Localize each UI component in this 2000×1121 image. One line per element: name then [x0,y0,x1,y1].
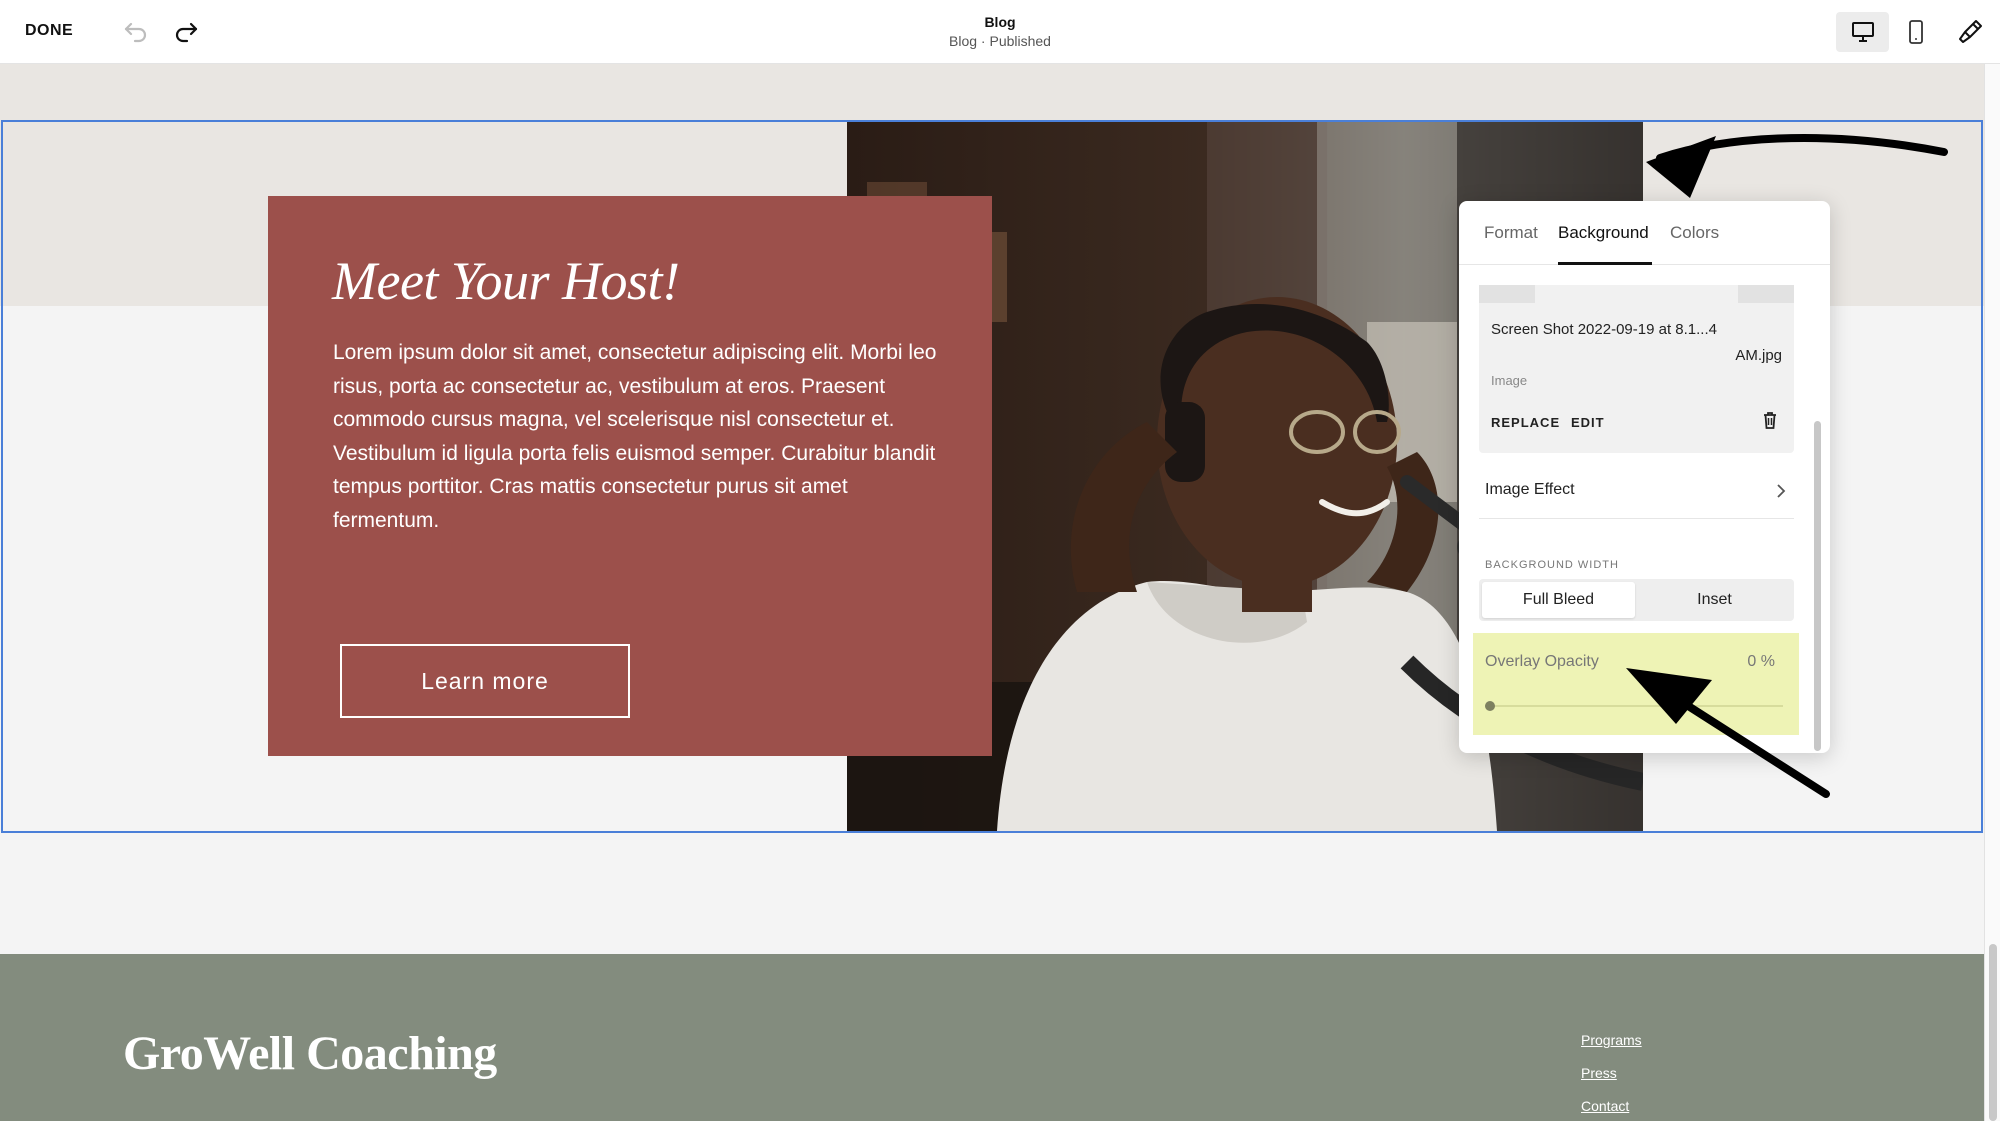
image-filename: Screen Shot 2022-09-19 at 8.1...4 [1491,321,1717,338]
panel-scrollbar-thumb[interactable] [1814,421,1821,751]
mobile-icon [1908,20,1923,44]
overlay-opacity-label: Overlay Opacity [1485,653,1599,670]
panel-tabs: Format Background Colors [1459,201,1830,265]
background-width-label: BACKGROUND WIDTH [1485,559,1619,571]
tab-background[interactable]: Background [1558,223,1649,243]
background-image-card: Screen Shot 2022-09-19 at 8.1...4 AM.jpg… [1479,285,1794,453]
desktop-icon [1851,22,1874,42]
overlay-opacity-value[interactable]: 0 % [1747,653,1775,671]
image-thumbnail-edge [1479,285,1535,303]
image-type-label: Image [1491,373,1528,388]
replace-image-button[interactable]: REPLACE [1491,415,1560,430]
overlay-opacity-control: Overlay Opacity 0 % [1473,633,1799,735]
slider-track[interactable] [1485,705,1783,707]
mobile-view-button[interactable] [1889,12,1942,52]
footer-link-contact[interactable]: Contact [1581,1098,1629,1114]
panel-scrollbar[interactable] [1814,421,1822,751]
tab-format[interactable]: Format [1484,223,1538,243]
overlay-opacity-slider[interactable] [1485,699,1783,713]
page-title: Blog [984,14,1016,30]
device-toggle [1836,12,1942,52]
page-scrollbar-thumb[interactable] [1989,944,1997,1121]
active-tab-indicator [1558,262,1652,265]
site-styles-brush-icon[interactable] [1956,18,1984,46]
site-footer: GroWell Coaching Programs Press Contact [0,954,1984,1121]
chevron-right-icon [1774,483,1788,499]
image-effect-row[interactable]: Image Effect [1479,463,1794,519]
image-thumbnail-edge [1738,285,1794,303]
edit-image-button[interactable]: EDIT [1571,415,1605,430]
footer-link-press[interactable]: Press [1581,1065,1617,1081]
footer-link-programs[interactable]: Programs [1581,1032,1642,1048]
section-settings-panel: Format Background Colors Screen Shot 202… [1459,201,1830,753]
editor-toolbar: DONE Blog Blog · Published [0,0,2000,64]
footer-logo[interactable]: GroWell Coaching [123,1026,497,1081]
desktop-view-button[interactable] [1836,12,1889,52]
full-bleed-option[interactable]: Full Bleed [1482,582,1635,618]
tab-colors[interactable]: Colors [1670,223,1719,243]
image-effect-label: Image Effect [1485,481,1575,498]
background-width-toggle: Full Bleed Inset [1479,579,1794,621]
image-filename-extension: AM.jpg [1735,347,1782,364]
page-status: Blog · Published [949,33,1051,49]
page-scrollbar[interactable] [1984,64,2000,1121]
trash-icon[interactable] [1760,410,1780,430]
slider-knob[interactable] [1485,701,1495,711]
inset-option[interactable]: Inset [1638,582,1791,618]
